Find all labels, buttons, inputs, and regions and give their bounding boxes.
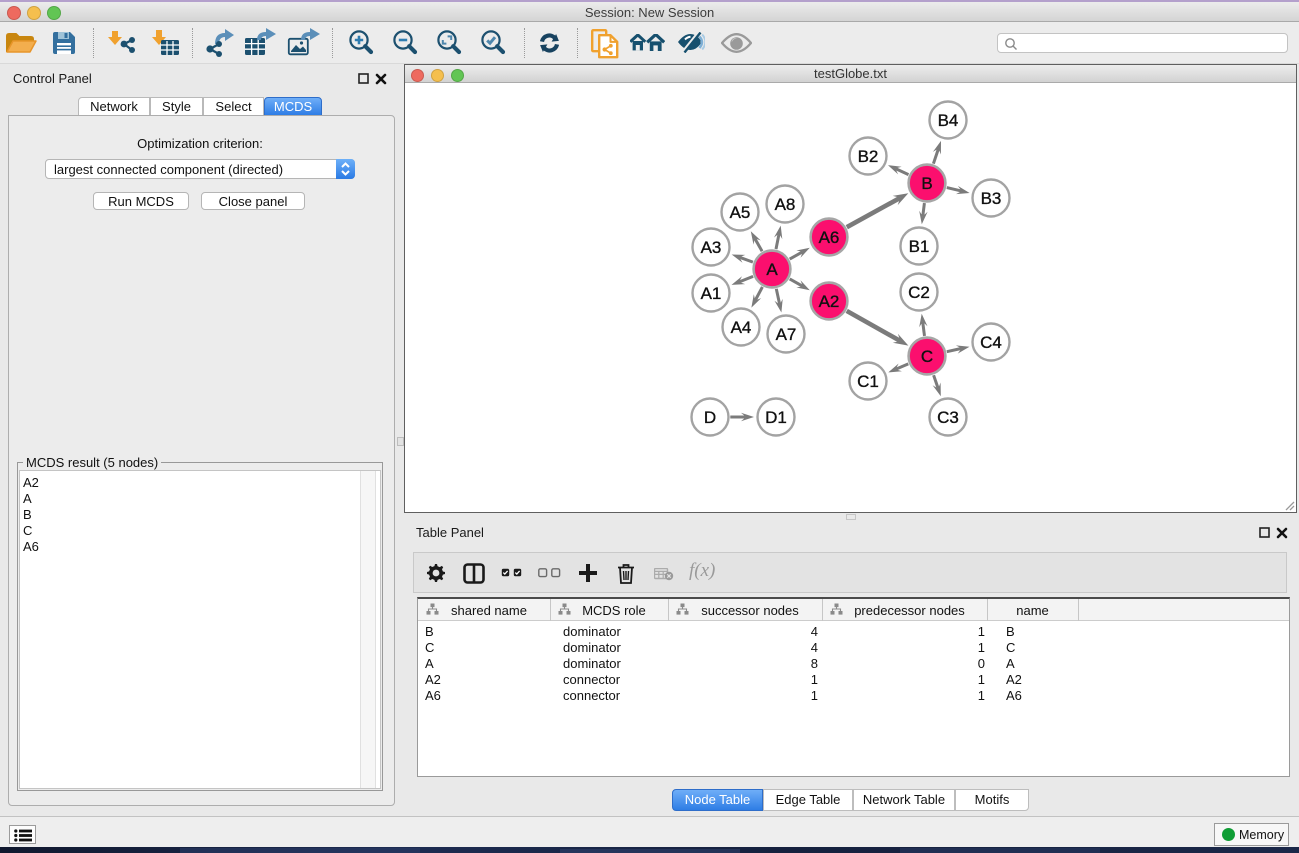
svg-text:B1: B1 [909,237,930,256]
svg-text:B2: B2 [858,147,879,166]
svg-text:C: C [921,347,933,366]
svg-text:A3: A3 [701,238,722,257]
svg-text:A6: A6 [819,228,840,247]
svg-text:C1: C1 [857,372,879,391]
svg-text:C2: C2 [908,283,930,302]
svg-text:D1: D1 [765,408,787,427]
svg-text:B: B [921,174,932,193]
svg-text:A5: A5 [730,203,751,222]
svg-text:B4: B4 [938,111,959,130]
svg-text:A2: A2 [819,292,840,311]
svg-text:A7: A7 [776,325,797,344]
svg-text:C3: C3 [937,408,959,427]
svg-text:A4: A4 [731,318,752,337]
svg-text:C4: C4 [980,333,1002,352]
svg-text:B3: B3 [981,189,1002,208]
svg-text:A: A [766,260,778,279]
svg-text:A1: A1 [701,284,722,303]
svg-text:A8: A8 [775,195,796,214]
svg-text:D: D [704,408,716,427]
